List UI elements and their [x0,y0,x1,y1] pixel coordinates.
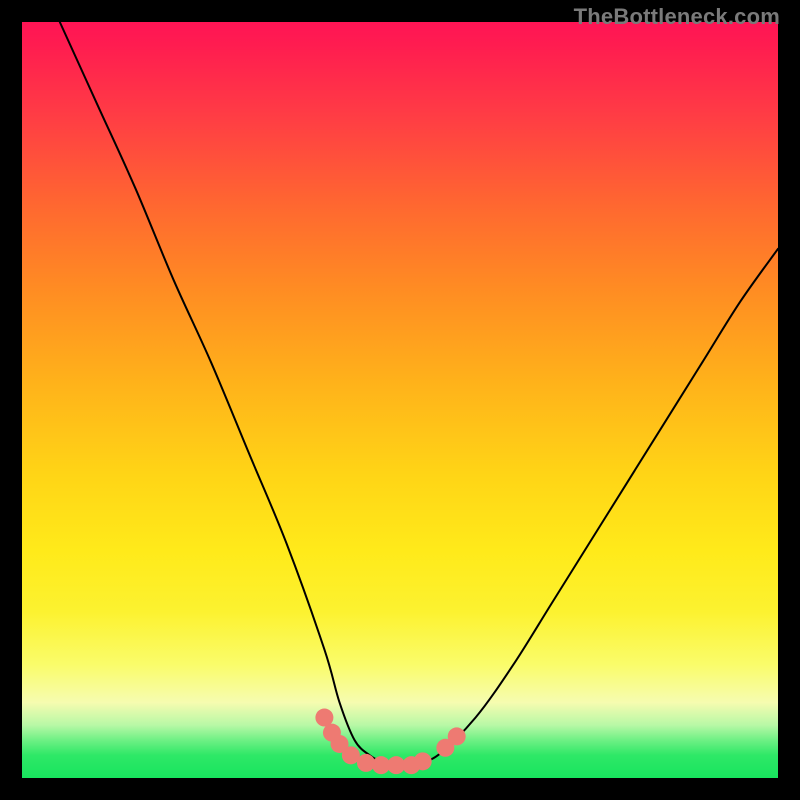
marker-dot [357,754,375,772]
marker-layer [315,709,465,775]
curve-layer [60,22,778,763]
bottleneck-curve [60,22,778,763]
watermark-text: TheBottleneck.com [574,4,780,30]
chart-frame: TheBottleneck.com [0,0,800,800]
chart-overlay [0,0,800,800]
marker-dot [448,727,466,745]
marker-dot [414,752,432,770]
